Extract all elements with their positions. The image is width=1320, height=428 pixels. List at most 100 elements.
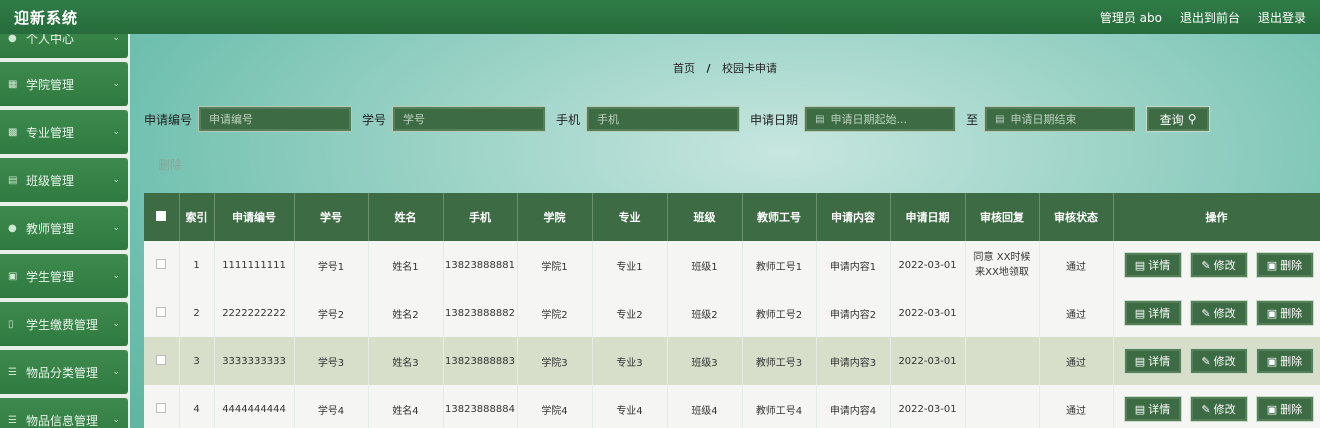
row-checkbox[interactable] [156, 354, 167, 365]
table-row: 4 4444444444 学号4 姓名4 13823888884 学院4 专业4… [144, 385, 1320, 428]
row-checkbox[interactable] [156, 258, 167, 269]
delete-button[interactable]: ▣ 删除 [1255, 300, 1314, 326]
date-end-placeholder: 申请日期结束 [1010, 113, 1077, 126]
sidebar-item-major[interactable]: ▩ 专业管理 ⌄ [0, 110, 128, 154]
date-start-input[interactable]: ▤ 申请日期起始... [804, 106, 957, 132]
reply-line: 同意 XX时候 [973, 252, 1031, 263]
user-icon: ● [8, 222, 17, 234]
cell-status: 通过 [1039, 337, 1114, 385]
breadcrumb-home[interactable]: 首页 [673, 62, 695, 75]
detail-button[interactable]: ▤ 详情 [1123, 396, 1182, 422]
query-button[interactable]: 查询 ⚲ [1146, 106, 1211, 132]
table-row: 3 3333333333 学号3 姓名3 13823888883 学院3 专业3… [144, 337, 1320, 385]
sidebar-item-student[interactable]: ▣ 学生管理 ⌄ [0, 254, 128, 298]
phone-input[interactable]: 手机 [586, 106, 741, 132]
delete-button[interactable]: ▣ 删除 [1255, 396, 1314, 422]
cell-index: 2 [179, 289, 215, 337]
cell-reply [965, 289, 1040, 337]
chevron-down-icon: ⌄ [112, 79, 120, 89]
cell-teacher-no: 教师工号2 [742, 289, 817, 337]
row-checkbox[interactable] [156, 306, 167, 317]
cell-name: 姓名1 [368, 241, 444, 289]
batch-delete-button[interactable]: 删除 [158, 156, 182, 173]
cell-phone: 13823888883 [443, 337, 518, 385]
delete-button[interactable]: ▣ 删除 [1255, 252, 1314, 278]
doc-icon: ▤ [1134, 258, 1146, 272]
col-header: 申请日期 [890, 193, 966, 241]
pencil-icon: ✎ [1201, 258, 1211, 272]
delete-label: 删除 [1280, 259, 1303, 272]
table-row: 2 2222222222 学号2 姓名2 13823888882 学院2 专业2… [144, 289, 1320, 337]
date-end-input[interactable]: ▤ 申请日期结束 [984, 106, 1137, 132]
row-checkbox[interactable] [156, 402, 167, 413]
cell-teacher-no: 教师工号1 [742, 241, 817, 289]
detail-button[interactable]: ▤ 详情 [1123, 348, 1182, 374]
row-select-cell[interactable] [144, 241, 180, 289]
select-all-cell[interactable] [144, 193, 180, 241]
data-table: 索引 申请编号 学号 姓名 手机 学院 专业 班级 教师工号 申请内容 申请日期… [144, 193, 1320, 428]
user-icon: ● [8, 34, 17, 44]
cell-name: 姓名2 [368, 289, 444, 337]
trash-icon: ▣ [1266, 402, 1278, 416]
sidebar-item-label: 专业管理 [26, 125, 75, 140]
sidebar-item-item-info[interactable]: ☰ 物品信息管理 ⌄ [0, 398, 128, 428]
col-header: 班级 [667, 193, 743, 241]
app-no-input[interactable]: 申请编号 [198, 106, 353, 132]
cell-class: 班级2 [667, 289, 743, 337]
cell-content: 申请内容3 [816, 337, 891, 385]
select-all-checkbox[interactable] [156, 210, 167, 221]
detail-button[interactable]: ▤ 详情 [1123, 300, 1182, 326]
cell-status: 通过 [1039, 385, 1114, 428]
delete-button[interactable]: ▣ 删除 [1255, 348, 1314, 374]
sidebar-item-personal[interactable]: ● 个人中心 ⌄ [0, 34, 128, 58]
chevron-down-icon: ⌄ [112, 175, 120, 185]
date-start-placeholder: 申请日期起始... [830, 113, 908, 126]
exit-front-link[interactable]: 退出到前台 [1180, 9, 1240, 26]
cell-phone: 13823888884 [443, 385, 518, 428]
breadcrumb: 首页 / 校园卡申请 [130, 60, 1320, 76]
row-select-cell[interactable] [144, 337, 180, 385]
cell-app-no: 2222222222 [214, 289, 295, 337]
table-header-row: 索引 申请编号 学号 姓名 手机 学院 专业 班级 教师工号 申请内容 申请日期… [144, 193, 1320, 241]
cell-content: 申请内容4 [816, 385, 891, 428]
cell-ops: ▤ 详情 ✎ 修改 ▣ 删除 [1113, 337, 1320, 385]
cell-content: 申请内容2 [816, 289, 891, 337]
cell-class: 班级1 [667, 241, 743, 289]
cell-app-no: 3333333333 [214, 337, 295, 385]
row-select-cell[interactable] [144, 289, 180, 337]
sidebar-item-item-category[interactable]: ☰ 物品分类管理 ⌄ [0, 350, 128, 394]
sidebar-item-class[interactable]: ▤ 班级管理 ⌄ [0, 158, 128, 202]
edit-button[interactable]: ✎ 修改 [1189, 348, 1248, 374]
edit-button[interactable]: ✎ 修改 [1189, 300, 1248, 326]
cell-date: 2022-03-01 [890, 241, 966, 289]
col-header: 学号 [294, 193, 369, 241]
sidebar-item-teacher[interactable]: ● 教师管理 ⌄ [0, 206, 128, 250]
cell-index: 1 [179, 241, 215, 289]
col-header: 手机 [443, 193, 518, 241]
app-title: 迎新系统 [14, 8, 79, 27]
edit-label: 修改 [1213, 307, 1236, 320]
detail-label: 详情 [1148, 259, 1171, 272]
cell-status: 通过 [1039, 241, 1114, 289]
app-no-label: 申请编号 [144, 112, 193, 127]
pencil-icon: ✎ [1201, 402, 1211, 416]
phone-label: 手机 [556, 112, 581, 127]
cell-ops: ▤ 详情 ✎ 修改 ▣ 删除 [1113, 289, 1320, 337]
trash-icon: ▣ [1266, 306, 1278, 320]
doc-icon: ▤ [1134, 306, 1146, 320]
sidebar-item-payment[interactable]: ▯ 学生缴费管理 ⌄ [0, 302, 128, 346]
pencil-icon: ✎ [1201, 354, 1211, 368]
detail-button[interactable]: ▤ 详情 [1123, 252, 1182, 278]
sidebar-item-college[interactable]: ▦ 学院管理 ⌄ [0, 62, 128, 106]
chevron-down-icon: ⌄ [112, 34, 120, 43]
edit-button[interactable]: ✎ 修改 [1189, 396, 1248, 422]
student-no-input[interactable]: 学号 [392, 106, 547, 132]
cell-phone: 13823888882 [443, 289, 518, 337]
doc-icon: ▤ [1134, 354, 1146, 368]
edit-button[interactable]: ✎ 修改 [1189, 252, 1248, 278]
logout-link[interactable]: 退出登录 [1258, 9, 1306, 26]
edit-label: 修改 [1213, 355, 1236, 368]
cell-student-no: 学号4 [294, 385, 369, 428]
cell-reply: 同意 XX时候 来XX地领取 [965, 241, 1040, 289]
row-select-cell[interactable] [144, 385, 180, 428]
